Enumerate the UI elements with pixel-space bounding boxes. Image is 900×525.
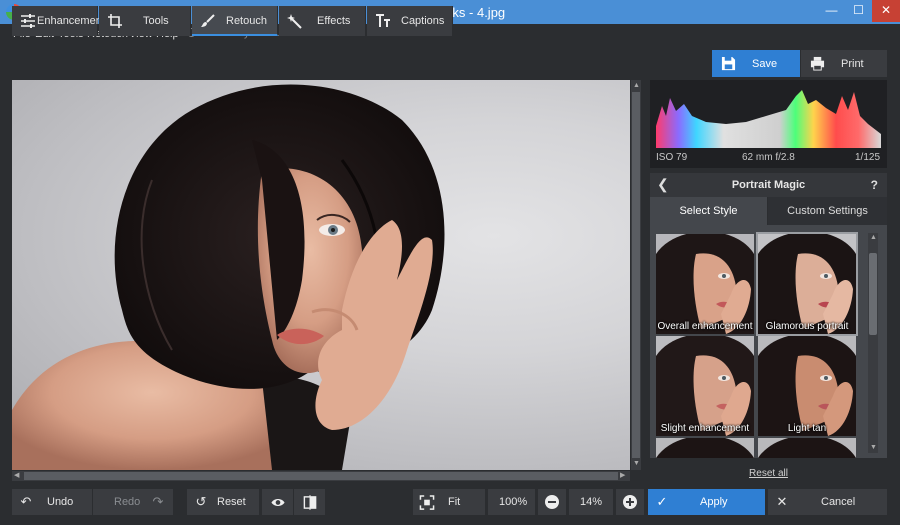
sliders-icon xyxy=(21,14,35,28)
floppy-disk-icon xyxy=(721,56,736,71)
minimize-button[interactable]: — xyxy=(818,0,845,22)
style-thumbnail-overall-enhancement[interactable]: Overall enhancement xyxy=(656,234,754,334)
compare-icon xyxy=(303,495,317,510)
undo-arrow-icon: ↶ xyxy=(20,494,32,509)
checkmark-icon: ✓ xyxy=(656,494,668,509)
portrait-photo[interactable] xyxy=(12,80,630,470)
panel-title: Portrait Magic xyxy=(731,179,806,191)
lens-value: 62 mm f/2.8 xyxy=(742,152,795,163)
scroll-left-icon[interactable]: ◀ xyxy=(14,471,19,481)
zoom-100-label: 100% xyxy=(499,496,528,508)
thumbnail-image xyxy=(656,336,754,436)
style-thumbnail-light-tan[interactable]: Light tan xyxy=(758,336,856,436)
style-label: Slight enhancement xyxy=(660,423,750,434)
apply-label: Apply xyxy=(700,496,728,508)
style-grid-scroll-thumb[interactable] xyxy=(869,253,877,335)
compare-toggle-button[interactable] xyxy=(294,489,325,515)
iso-value: ISO 79 xyxy=(656,152,688,163)
tab-effects[interactable]: Effects xyxy=(279,6,366,36)
redo-button[interactable]: Redo ↷ xyxy=(93,489,173,515)
fit-label: Fit xyxy=(448,496,461,508)
tab-effects-label: Effects xyxy=(317,15,351,27)
scroll-right-icon[interactable]: ▶ xyxy=(620,471,625,481)
tab-retouch[interactable]: Retouch xyxy=(192,6,278,36)
tab-select-style[interactable]: Select Style xyxy=(650,197,767,225)
thumbnail-image xyxy=(656,234,754,334)
redo-arrow-icon: ↷ xyxy=(152,494,164,509)
text-icon xyxy=(376,14,390,27)
reset-icon: ↺ xyxy=(195,494,207,509)
style-thumbnail-slight-enhancement[interactable]: Slight enhancement xyxy=(656,336,754,436)
undo-label: Undo xyxy=(47,496,74,508)
save-button[interactable]: Save xyxy=(712,50,800,77)
tab-enhancement-label: Enhancement xyxy=(37,15,105,27)
printer-icon xyxy=(810,56,825,71)
thumbnail-image xyxy=(758,234,856,334)
preview-toggle-button[interactable] xyxy=(262,489,293,515)
reset-all-link[interactable]: Reset all xyxy=(650,468,887,479)
photo-canvas[interactable]: ▲ ▼ ◀ ▶ xyxy=(12,80,641,483)
zoom-value-field[interactable]: 14% xyxy=(569,489,613,515)
style-thumbnail-partial[interactable] xyxy=(656,438,754,458)
style-grid-scrollbar[interactable]: ▲ ▼ xyxy=(868,233,878,453)
crop-icon xyxy=(108,14,122,28)
print-button[interactable]: Print xyxy=(801,50,887,77)
zoom-value: 14% xyxy=(580,496,603,508)
tab-enhancement[interactable]: Enhancement xyxy=(12,6,105,36)
scroll-up-icon[interactable]: ▲ xyxy=(870,233,877,243)
style-thumbnail-partial[interactable] xyxy=(758,438,856,458)
undo-button[interactable]: ↶ Undo xyxy=(12,489,92,515)
magic-wand-icon xyxy=(287,14,302,29)
fit-screen-icon xyxy=(419,495,435,510)
close-x-icon: ✕ xyxy=(776,494,788,509)
tab-captions-label: Captions xyxy=(401,15,445,27)
style-label: Overall enhancement xyxy=(657,321,753,332)
zoom-out-button[interactable] xyxy=(538,489,566,515)
cancel-label: Cancel xyxy=(821,496,856,508)
tab-retouch-label: Retouch xyxy=(226,15,267,27)
scroll-up-icon[interactable]: ▲ xyxy=(633,81,640,91)
style-label: Glamorous portrait xyxy=(765,321,849,332)
reset-button[interactable]: ↺ Reset xyxy=(187,489,259,515)
vertical-scrollbar[interactable]: ▲ ▼ xyxy=(631,80,641,470)
maximize-button[interactable]: ☐ xyxy=(845,0,872,22)
thumbnail-image xyxy=(758,438,856,458)
horizontal-scrollbar[interactable]: ◀ ▶ xyxy=(12,471,630,481)
zoom-in-button[interactable] xyxy=(616,489,644,515)
save-label: Save xyxy=(752,58,778,70)
horizontal-scroll-thumb[interactable] xyxy=(24,472,618,480)
eye-icon xyxy=(271,498,285,507)
redo-label: Redo xyxy=(114,496,141,508)
cancel-button[interactable]: ✕ Cancel xyxy=(768,489,887,515)
shutter-value: 1/125 xyxy=(855,152,881,163)
portrait-illustration xyxy=(12,84,445,470)
zoom-100-button[interactable]: 100% xyxy=(488,489,535,515)
scroll-down-icon[interactable]: ▼ xyxy=(870,443,877,453)
minus-circle-icon xyxy=(545,495,559,509)
histogram-panel: ISO 79 62 mm f/2.8 1/125 xyxy=(650,80,887,168)
style-grid: Overall enhancement Glamorous portrait S… xyxy=(650,225,887,458)
tab-captions[interactable]: Captions xyxy=(367,6,453,36)
tab-tools[interactable]: Tools xyxy=(99,6,191,36)
thumbnail-image xyxy=(758,336,856,436)
fit-button[interactable]: Fit xyxy=(413,489,485,515)
scroll-down-icon[interactable]: ▼ xyxy=(633,459,640,469)
portrait-magic-header: ❮ Portrait Magic ? xyxy=(650,173,887,197)
apply-button[interactable]: ✓ Apply xyxy=(648,489,765,515)
tab-tools-label: Tools xyxy=(143,15,169,27)
close-window-button[interactable]: ✕ xyxy=(872,0,900,22)
brush-icon xyxy=(201,14,215,27)
reset-label: Reset xyxy=(217,496,246,508)
thumbnail-image xyxy=(656,438,754,458)
print-label: Print xyxy=(841,58,864,70)
style-label: Light tan xyxy=(787,423,827,434)
tab-custom-settings[interactable]: Custom Settings xyxy=(768,197,887,225)
plus-circle-icon xyxy=(623,495,637,509)
histogram-graph xyxy=(656,90,881,148)
vertical-scroll-thumb[interactable] xyxy=(632,92,640,458)
help-icon[interactable]: ? xyxy=(871,178,878,192)
style-thumbnail-glamorous-portrait[interactable]: Glamorous portrait xyxy=(756,232,858,336)
